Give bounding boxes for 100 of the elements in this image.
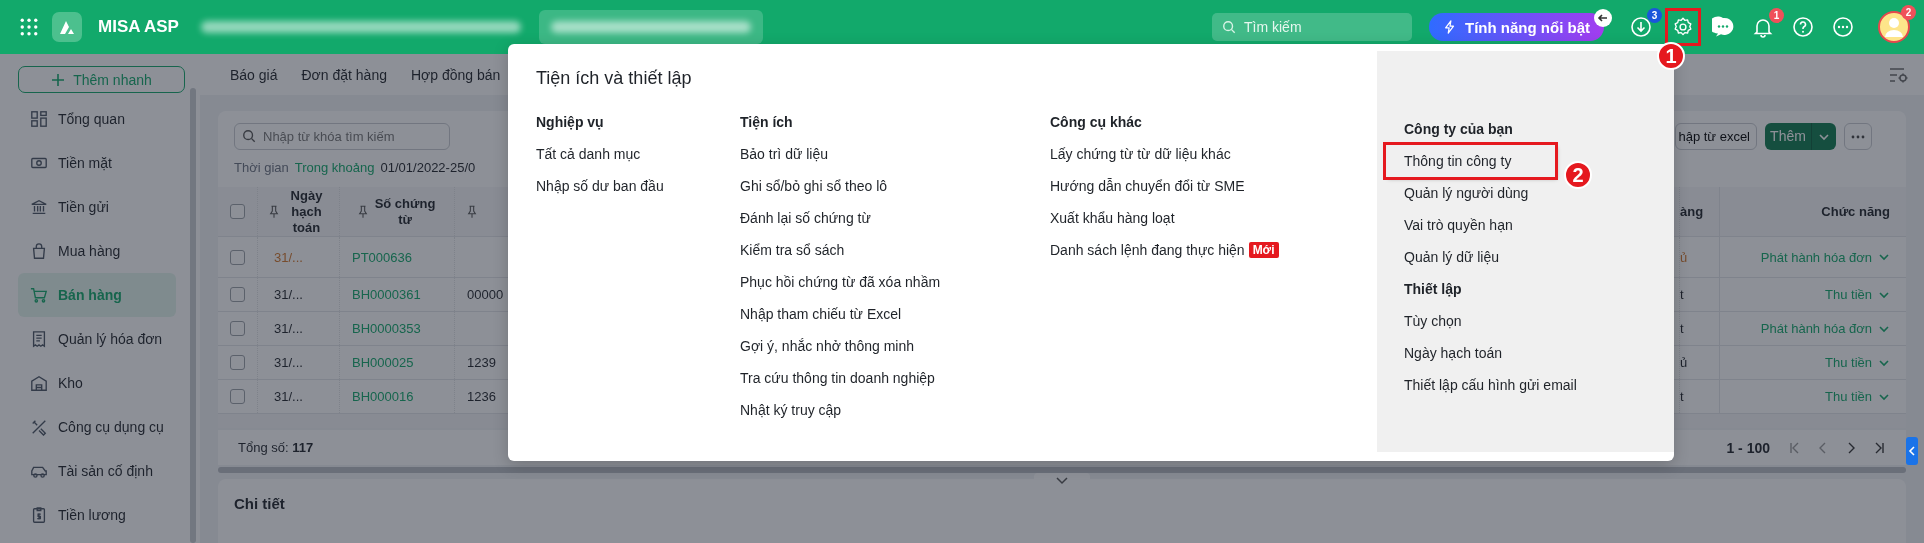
- column-header[interactable]: Ngày hạch toán: [284, 187, 329, 236]
- menu-item[interactable]: Nhập số dư ban đầu: [536, 178, 664, 194]
- column-header[interactable]: Chức năng: [1821, 204, 1890, 219]
- app-logo-icon: [52, 12, 82, 42]
- download-count-badge: 3: [1647, 8, 1662, 23]
- settings-icon[interactable]: [1672, 16, 1694, 38]
- arrow-left-icon[interactable]: [1594, 9, 1612, 27]
- menu-item[interactable]: Quản lý dữ liệu: [1404, 241, 1517, 273]
- import-excel-button[interactable]: hập từ excel: [1675, 123, 1757, 150]
- date-cell: 31/...: [274, 355, 303, 370]
- pin-icon[interactable]: [358, 204, 368, 219]
- menu-item[interactable]: Bảo trì dữ liệu: [740, 146, 828, 162]
- total-count: Tổng số: 117: [238, 440, 314, 455]
- scrollbar[interactable]: [218, 467, 1906, 473]
- more-button[interactable]: [1844, 123, 1872, 150]
- menu-item[interactable]: Tra cứu thông tin doanh nghiệp: [740, 370, 935, 386]
- section-heading: Thiết lập: [1404, 280, 1463, 299]
- column-header[interactable]: àng: [1680, 204, 1704, 219]
- menu-item[interactable]: Vai trò quyền hạn: [1404, 209, 1531, 241]
- page-range: 1 - 100: [1726, 439, 1770, 456]
- table-cell: t: [1680, 321, 1684, 336]
- checkbox[interactable]: [230, 321, 245, 336]
- add-split-button[interactable]: Thêm: [1765, 123, 1836, 150]
- search-icon: [242, 129, 256, 143]
- date-cell: 31/...: [274, 287, 303, 302]
- sidebar-item[interactable]: Tiền lương: [18, 493, 176, 537]
- menu-item[interactable]: Lấy chứng từ từ dữ liệu khác: [1050, 146, 1231, 162]
- app-name: MISA ASP: [98, 17, 179, 37]
- tab[interactable]: Báo giá: [230, 66, 278, 83]
- table-cell: ủ: [1680, 355, 1688, 370]
- sidebar-item[interactable]: Công cụ dụng cụ: [18, 405, 176, 449]
- tab[interactable]: Hợp đồng bán: [410, 66, 501, 83]
- table-cell: 00000: [467, 287, 504, 302]
- date-cell: 31/...: [274, 389, 303, 404]
- menu-item[interactable]: Ghi sổ/bỏ ghi sổ theo lô: [740, 178, 888, 194]
- menu-item[interactable]: Đánh lại số chứng từ: [740, 210, 871, 226]
- chevron-down-icon[interactable]: [1878, 251, 1890, 263]
- collapse-panel-tab[interactable]: [1906, 437, 1918, 465]
- menu-item[interactable]: Kiểm tra sổ sách: [740, 242, 845, 258]
- more-icon: [1851, 134, 1865, 139]
- bank-icon: [30, 198, 48, 216]
- date-range: 01/01/2022-25/0: [380, 160, 476, 175]
- menu-item[interactable]: Phục hồi chứng từ đã xóa nhầm: [740, 274, 941, 290]
- plus-icon: [51, 72, 66, 87]
- cart-icon: [30, 286, 48, 304]
- tools-icon: [30, 418, 48, 436]
- menu-item[interactable]: Thông tin công ty: [1386, 145, 1556, 177]
- featured-features-button[interactable]: Tính năng nổi bật: [1429, 13, 1604, 41]
- checkbox[interactable]: [230, 287, 245, 302]
- scrollbar[interactable]: [190, 88, 196, 543]
- search-field[interactable]: Nhập từ khóa tìm kiếm: [234, 123, 450, 150]
- menu-item[interactable]: Danh sách lệnh đang thực hiện: [1050, 242, 1245, 258]
- checkbox[interactable]: [230, 204, 245, 219]
- avatar-count-badge: 2: [1901, 5, 1916, 20]
- menu-item[interactable]: Tùy chọn: [1404, 305, 1480, 337]
- menu-item[interactable]: Gợi ý, nhắc nhở thông minh: [740, 338, 914, 354]
- pin-icon[interactable]: [268, 204, 279, 219]
- sidebar-item[interactable]: Mua hàng: [18, 229, 176, 273]
- menu-item[interactable]: Thiết lập cấu hình gửi email: [1404, 369, 1595, 401]
- table-cell: 1236: [467, 389, 496, 404]
- tab[interactable]: Đơn đặt hàng: [301, 66, 387, 83]
- section-heading: Nghiệp vụ: [536, 113, 605, 132]
- menu-item[interactable]: Ngày hạch toán: [1404, 337, 1521, 369]
- column-header[interactable]: Số chứng từ: [374, 195, 436, 228]
- table-cell: t: [1680, 287, 1684, 302]
- section-heading: Công cụ khác: [1050, 113, 1143, 132]
- menu-item[interactable]: Quản lý người dùng: [1404, 177, 1547, 209]
- menu-item[interactable]: Nhật ký truy cập: [740, 402, 842, 418]
- menu-item[interactable]: Tất cả danh mục: [536, 146, 641, 162]
- chat-icon[interactable]: [1712, 16, 1734, 38]
- checkbox[interactable]: [230, 389, 245, 404]
- checkbox[interactable]: [230, 249, 245, 265]
- table-cell: ủ: [1680, 249, 1688, 265]
- time-label: Thời gian: [234, 160, 289, 175]
- checkbox[interactable]: [230, 355, 245, 370]
- sidebar-item[interactable]: Tài sản cố định: [18, 449, 176, 493]
- help-icon[interactable]: [1792, 16, 1814, 38]
- more-icon[interactable]: [1832, 16, 1854, 38]
- menu-item[interactable]: Nhập tham chiếu từ Excel: [740, 306, 902, 322]
- download-icon[interactable]: [1630, 16, 1652, 38]
- search-icon: [1222, 20, 1236, 34]
- menu-item[interactable]: Xuất khẩu hàng loạt: [1050, 210, 1175, 226]
- sidebar-item[interactable]: Kho: [18, 361, 176, 405]
- dashboard-icon: [30, 110, 48, 128]
- section-heading: Công ty của bạn: [1404, 120, 1514, 139]
- sidebar-item[interactable]: Tiền mặt: [18, 141, 176, 185]
- sidebar-item[interactable]: Tiền gửi: [18, 185, 176, 229]
- sidebar-item[interactable]: Tổng quan: [18, 97, 176, 141]
- section-heading: Tiện ích: [740, 113, 794, 132]
- sidebar-item[interactable]: Quản lý hóa đơn: [18, 317, 176, 361]
- app-grid-icon[interactable]: [20, 18, 38, 36]
- new-badge: Mới: [1248, 242, 1279, 258]
- panel-title: Chi tiết: [234, 495, 285, 512]
- pin-icon[interactable]: [467, 204, 477, 219]
- bell-icon[interactable]: [1752, 16, 1774, 38]
- lightning-icon: [1443, 20, 1457, 34]
- table-cell: t: [1680, 389, 1684, 404]
- menu-item[interactable]: Hướng dẫn chuyển đổi từ SME: [1050, 178, 1245, 194]
- warehouse-icon: [30, 374, 48, 392]
- notification-count-badge: 1: [1769, 8, 1784, 23]
